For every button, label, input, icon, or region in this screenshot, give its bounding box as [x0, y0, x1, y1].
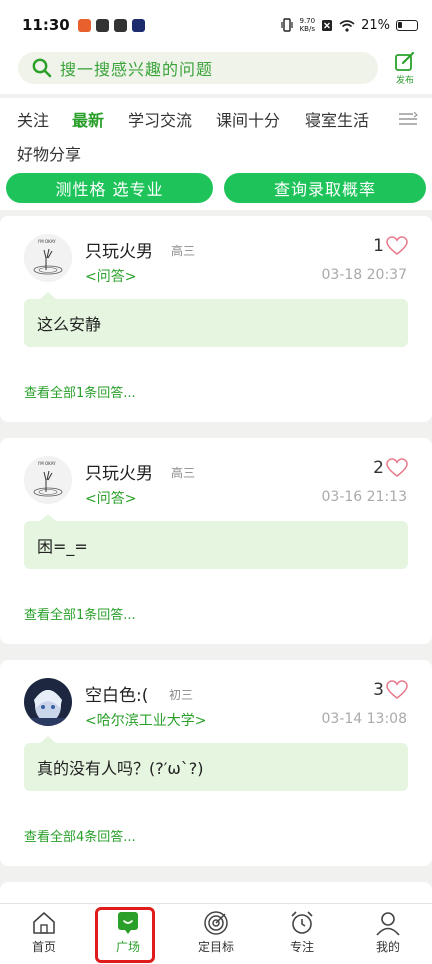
like-count: 2: [373, 458, 384, 478]
tab-study[interactable]: 学习交流: [128, 107, 192, 131]
sketch-avatar-icon: I'M OKAY: [24, 234, 72, 282]
no-sim-icon: [322, 19, 333, 31]
nav-goal-label: 定目标: [197, 940, 234, 954]
target-icon: [204, 911, 228, 935]
grade-label: 初三: [169, 688, 194, 702]
nav-mine-label: 我的: [375, 940, 400, 954]
post-time: 03-18 20:37: [321, 267, 407, 283]
wifi-icon: [339, 19, 355, 32]
grade-label: 高三: [171, 244, 196, 258]
like-button[interactable]: 1: [373, 236, 408, 256]
avatar[interactable]: [24, 678, 72, 726]
personality-test-button[interactable]: 测性格 选专业: [6, 173, 213, 203]
tab-goods[interactable]: 好物分享: [17, 141, 81, 165]
publish-button[interactable]: 发布: [392, 52, 418, 86]
avatar[interactable]: I'M OKAY: [24, 234, 72, 282]
category-tabs: 关注 最新 学习交流 课间十分 寝室生活 好物分享: [0, 94, 432, 168]
search-input[interactable]: 搜一搜感兴趣的问题: [18, 52, 378, 84]
anime-avatar-icon: [24, 678, 72, 726]
like-button[interactable]: 3: [373, 680, 408, 700]
author-name[interactable]: 只玩火男: [85, 459, 153, 484]
post-content[interactable]: 这么安静: [24, 292, 408, 347]
nav-mine[interactable]: 我的: [358, 910, 418, 955]
sketch-avatar-icon: I'M OKAY: [24, 456, 72, 504]
avatar-caption: I'M OKAY: [38, 239, 56, 244]
avatar-caption: I'M OKAY: [38, 461, 56, 466]
heart-icon: [386, 680, 408, 699]
battery-percent: 21%: [361, 17, 390, 33]
tab-dorm[interactable]: 寝室生活: [305, 107, 369, 131]
like-count: 1: [373, 236, 384, 256]
bottom-nav: 首页 广场 定目标 专注 我的: [0, 903, 432, 964]
status-time: 11:30: [22, 16, 70, 34]
post-time: 03-16 21:13: [321, 489, 407, 505]
like-button[interactable]: 2: [373, 458, 408, 478]
status-bar: 11:30 9.70 KB/s 21%: [0, 0, 432, 50]
vibrate-icon: [280, 18, 293, 32]
tab-menu-icon[interactable]: [398, 112, 418, 126]
post-card[interactable]: 空白色:( 初三 <哈尔滨工业大学> 3 03-14 13:08 真的没有人吗？…: [0, 660, 432, 866]
grade-label: 高三: [171, 466, 196, 480]
post-time: 03-14 13:08: [321, 711, 407, 727]
author-name[interactable]: 只玩火男: [85, 237, 153, 262]
post-card[interactable]: I'M OKAY 只玩火男 高三 <问答> 1 03-18 20:37 这么安静…: [0, 216, 432, 422]
alarm-clock-icon: [291, 911, 313, 934]
tab-follow[interactable]: 关注: [17, 107, 49, 131]
notification-mail-icon: [113, 18, 127, 32]
post-content[interactable]: 困=_=: [24, 514, 408, 569]
notification-link-icon: [95, 18, 109, 32]
notification-play-icon: [131, 18, 145, 32]
edit-icon: [395, 52, 414, 71]
search-row: 搜一搜感兴趣的问题 发布: [0, 50, 432, 94]
nav-home-label: 首页: [31, 940, 56, 954]
heart-icon: [386, 458, 408, 477]
person-icon: [376, 912, 400, 936]
search-placeholder: 搜一搜感兴趣的问题: [60, 60, 214, 79]
post-tag[interactable]: <问答>: [85, 266, 136, 286]
post-tag[interactable]: <哈尔滨工业大学>: [85, 710, 206, 730]
nav-home[interactable]: 首页: [14, 910, 74, 955]
home-icon: [33, 912, 55, 934]
post-tag[interactable]: <问答>: [85, 488, 136, 508]
tab-latest[interactable]: 最新: [72, 107, 104, 131]
avatar[interactable]: I'M OKAY: [24, 456, 72, 504]
admission-probability-button[interactable]: 查询录取概率: [224, 173, 426, 203]
tab-break[interactable]: 课间十分: [216, 107, 280, 131]
notification-app-icon: [77, 18, 91, 32]
heart-icon: [386, 236, 408, 255]
battery-icon: [396, 19, 418, 31]
post-card[interactable]: I'M OKAY 只玩火男 高三 <问答> 2 03-16 21:13 困=_=…: [0, 438, 432, 644]
publish-label: 发布: [395, 76, 414, 86]
nav-goal[interactable]: 定目标: [186, 910, 246, 955]
action-row: 测性格 选专业 查询录取概率: [0, 168, 432, 210]
net-speed: 9.70 KB/s: [300, 17, 316, 33]
net-speed-value: 9.70: [299, 17, 316, 25]
author-name[interactable]: 空白色:(: [85, 681, 148, 706]
view-all-answers-link[interactable]: 查看全部1条回答...: [24, 604, 136, 623]
view-all-answers-link[interactable]: 查看全部1条回答...: [24, 382, 136, 401]
nav-focus-label: 专注: [289, 940, 314, 954]
view-all-answers-link[interactable]: 查看全部4条回答...: [24, 826, 136, 845]
post-content[interactable]: 真的没有人吗？(?′ω`?): [24, 736, 408, 791]
search-icon: [32, 58, 52, 78]
net-speed-unit: KB/s: [299, 25, 315, 33]
nav-focus[interactable]: 专注: [272, 910, 332, 955]
highlight-box: [95, 907, 155, 963]
like-count: 3: [373, 680, 384, 700]
